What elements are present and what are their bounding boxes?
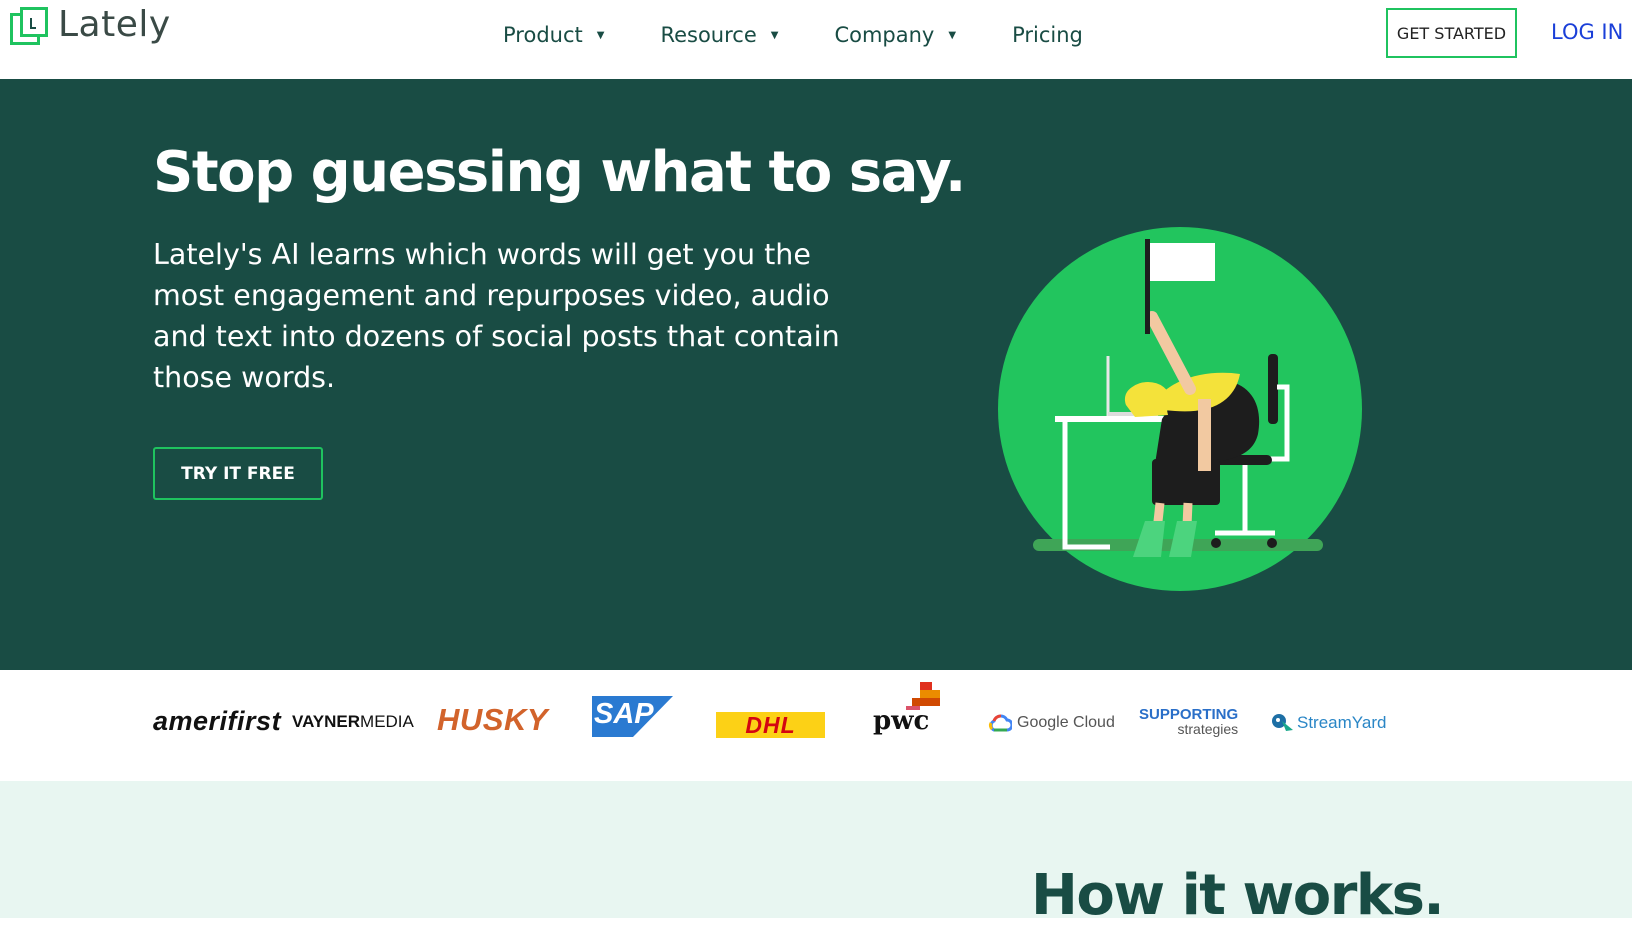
vaynermedia-logo-text-a: VAYNER (292, 712, 361, 731)
caret-down-icon: ▼ (948, 29, 957, 41)
supporting-strategies-logo: SUPPORTING strategies (1139, 707, 1238, 737)
menu-item-product[interactable]: Product ▼ (503, 20, 604, 50)
customer-logos: amerifirst VAYNER MEDIA HUSKY SAP DHL pw… (0, 670, 1632, 781)
sap-logo: SAP (592, 696, 673, 737)
top-navbar: Lately Product ▼ Resource ▼ Company ▼ Pr… (0, 0, 1632, 79)
caret-down-icon: ▼ (596, 29, 605, 41)
hero-illustration (998, 227, 1362, 591)
get-started-button[interactable]: GET STARTED (1386, 8, 1517, 58)
pwc-logo-text: pwc (873, 706, 930, 736)
lately-logo[interactable]: Lately (10, 4, 171, 45)
hero-title: Stop guessing what to say. (153, 140, 966, 205)
husky-logo-text: HUSKY (437, 702, 549, 737)
streamyard-logo: StreamYard (1270, 712, 1386, 734)
menu-item-label: Pricing (1012, 23, 1083, 47)
main-menu: Product ▼ Resource ▼ Company ▼ Pricing (503, 20, 1083, 50)
hero-subtitle: Lately's AI learns which words will get … (153, 238, 840, 394)
how-it-works-section: How it works. (0, 781, 1632, 928)
supporting-logo-text-a: SUPPORTING (1139, 706, 1239, 723)
menu-item-label: Resource (660, 23, 757, 47)
sap-logo-text: SAP (594, 698, 654, 730)
login-link[interactable]: LOG IN (1551, 20, 1623, 44)
dhl-logo-text: DHL (745, 711, 796, 738)
husky-logo: HUSKY (437, 702, 548, 738)
brand-name: Lately (58, 4, 171, 45)
pwc-logo-word: pwc (873, 706, 929, 736)
menu-item-label: Product (503, 23, 583, 47)
google-cloud-logo: Google Cloud (988, 714, 1115, 732)
menu-item-label: Company (834, 23, 935, 47)
lately-logo-icon (10, 6, 48, 45)
try-it-free-button[interactable]: TRY IT FREE (153, 447, 323, 500)
how-it-works-title: How it works. (1031, 863, 1445, 928)
sap-logo-mark: SAP (592, 696, 673, 737)
google-cloud-icon (988, 714, 1012, 732)
amerifirst-logo-text: amerifirst (153, 706, 282, 736)
vaynermedia-logo: VAYNER MEDIA (292, 712, 414, 732)
dhl-logo: DHL (716, 712, 825, 738)
supporting-logo-text-b: strategies (1177, 721, 1239, 737)
caret-down-icon: ▼ (770, 29, 779, 41)
menu-item-company[interactable]: Company ▼ (834, 20, 956, 50)
streamyard-icon (1272, 714, 1293, 731)
google-cloud-logo-text: Google Cloud (1017, 714, 1115, 731)
hero-section: Stop guessing what to say. Lately's AI l… (0, 79, 1632, 670)
dhl-logo-mark: DHL (716, 712, 825, 738)
menu-item-pricing[interactable]: Pricing (1012, 20, 1083, 50)
vaynermedia-logo-text-b: MEDIA (360, 712, 414, 731)
menu-item-resource[interactable]: Resource ▼ (660, 20, 778, 50)
streamyard-logo-text: StreamYard (1297, 713, 1387, 732)
amerifirst-logo: amerifirst (153, 706, 281, 737)
